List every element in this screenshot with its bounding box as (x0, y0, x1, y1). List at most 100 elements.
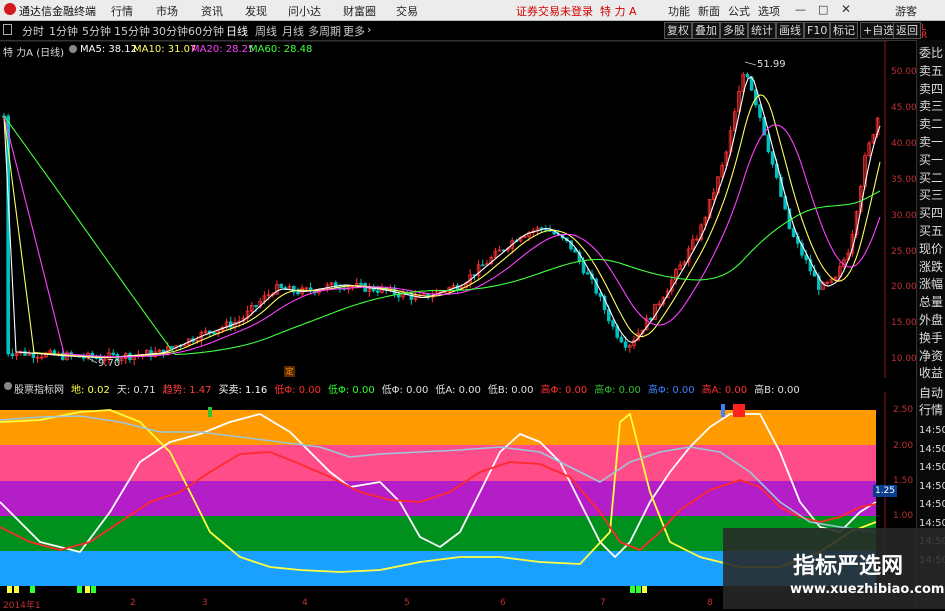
sidebar-item[interactable]: 卖二 (919, 117, 943, 131)
menu-news[interactable]: 资讯 (201, 3, 223, 19)
btn-back[interactable]: 返回 (893, 22, 921, 39)
candle-body (480, 264, 485, 267)
ma20-line (3, 115, 881, 358)
sidebar-item[interactable]: 买一 (919, 153, 943, 167)
menu-market[interactable]: 市场 (156, 3, 178, 19)
sidebar-item[interactable]: 买四 (919, 206, 943, 220)
menu-formula[interactable]: 公式 (728, 3, 750, 19)
mark-tag[interactable]: 定 (284, 366, 295, 377)
btn-stats[interactable]: 统计 (748, 22, 776, 39)
sidebar-time-item[interactable]: 14:50 (919, 499, 945, 510)
btn-multi-stock[interactable]: 多股 (720, 22, 748, 39)
sidebar-item[interactable]: 外盘 (919, 313, 943, 327)
minimize-icon[interactable]: — (795, 3, 806, 16)
guest-label[interactable]: 游客 (895, 3, 917, 19)
sidebar-item[interactable]: 总量 (919, 295, 943, 309)
ind-y-tick: 1.00 (893, 511, 914, 521)
sidebar-time-item[interactable]: 14:50 (919, 444, 945, 455)
period-timeshare[interactable]: 分时 (22, 23, 44, 39)
period-more[interactable]: 更多 (343, 23, 365, 39)
menu-new-page[interactable]: 新面 (698, 3, 720, 19)
bottom-signal-marker (7, 586, 12, 593)
menu-ask[interactable]: 问小达 (288, 3, 321, 19)
sidebar-item[interactable]: 换手 (919, 331, 943, 345)
menu-quotes[interactable]: 行情 (111, 3, 133, 19)
sidebar-mode-item[interactable]: 自动 (919, 386, 943, 400)
candle-body (279, 283, 283, 289)
sidebar-mode-item[interactable]: 行情 (919, 403, 943, 417)
x-tick: 8 (707, 598, 713, 608)
sidebar-item[interactable]: 净资 (919, 349, 943, 363)
bottom-signal-marker (636, 586, 641, 593)
period-1min[interactable]: 1分钟 (49, 23, 78, 39)
app-logo-icon (4, 3, 16, 15)
sidebar-time-item[interactable]: 14:50 (919, 481, 945, 492)
ind-y-tick: 2.50 (893, 405, 914, 415)
y-tick: 30.00 (891, 211, 917, 221)
period-multi[interactable]: 多周期 (308, 23, 341, 39)
y-tick: 45.00 (891, 103, 917, 113)
app-name: 通达信金融终端 (19, 5, 96, 18)
period-30min[interactable]: 30分钟 (152, 23, 188, 39)
menu-discover[interactable]: 发现 (245, 3, 267, 19)
sidebar-item[interactable]: 收益 (919, 366, 943, 380)
x-tick: 5 (404, 598, 410, 608)
watermark-title: 指标严选网 (793, 554, 904, 579)
sidebar-item[interactable]: 卖一 (919, 135, 943, 149)
candle-body (623, 341, 628, 348)
sidebar-item[interactable]: 涨幅 (919, 277, 943, 291)
candle-body (619, 336, 624, 343)
y-tick: 10.00 (891, 354, 917, 364)
close-icon[interactable]: ✕ (841, 2, 851, 16)
candle-body (111, 352, 116, 356)
ind-y-tick: 2.00 (893, 441, 914, 451)
menu-function[interactable]: 功能 (668, 3, 690, 19)
x-tick: 4 (302, 598, 308, 608)
period-monthly[interactable]: 月线 (282, 23, 304, 39)
bottom-signal-marker (630, 586, 635, 593)
sidebar-item[interactable]: 现价 (919, 242, 943, 256)
high-marker-line (744, 61, 757, 66)
period-5min[interactable]: 5分钟 (82, 23, 111, 39)
sidebar-time-item[interactable]: 14:50 (919, 518, 945, 529)
btn-mark[interactable]: 标记 (830, 22, 858, 39)
bottom-signal-marker (642, 586, 647, 593)
btn-draw[interactable]: 画线 (776, 22, 804, 39)
btn-adjust[interactable]: 复权 (664, 22, 692, 39)
sidebar-item[interactable]: 买三 (919, 188, 943, 202)
period-60min[interactable]: 60分钟 (188, 23, 224, 39)
sidebar-item[interactable]: 卖三 (919, 99, 943, 113)
indicator-settings-icon[interactable] (4, 382, 12, 390)
candle-body (611, 320, 615, 327)
chevron-right-icon[interactable]: › (367, 23, 371, 36)
candlestick-chart[interactable] (0, 40, 888, 378)
sidebar-item[interactable]: 买二 (919, 171, 943, 185)
btn-add-watchlist[interactable]: +自选 (860, 22, 898, 39)
sidebar-item[interactable]: 涨跌 (919, 260, 943, 274)
restore-icon[interactable]: □ (818, 3, 828, 16)
ma5-line (3, 76, 881, 359)
period-daily[interactable]: 日线 (226, 23, 248, 39)
sidebar-time-item[interactable]: 14:50 (919, 462, 945, 473)
sidebar-item[interactable]: 委比 (919, 46, 943, 60)
period-15min[interactable]: 15分钟 (114, 23, 150, 39)
sidebar-item[interactable]: 卖四 (919, 82, 943, 96)
btn-overlay[interactable]: 叠加 (692, 22, 720, 39)
candle-body (359, 283, 363, 285)
candle-body (333, 282, 338, 289)
sidebar-item[interactable]: 卖五 (919, 64, 943, 78)
btn-f10[interactable]: F10 (804, 22, 831, 39)
y-tick: 50.00 (891, 67, 917, 77)
y-tick: 20.00 (891, 282, 917, 292)
bottom-signal-marker (91, 586, 96, 593)
y-tick: 35.00 (891, 175, 917, 185)
sidebar-toggle-icon[interactable]: LR (921, 24, 927, 41)
y-tick: 25.00 (891, 247, 917, 257)
sidebar-item[interactable]: 买五 (919, 224, 943, 238)
menu-wealth[interactable]: 财富圈 (343, 3, 376, 19)
sidebar-time-item[interactable]: 14:50 (919, 425, 945, 436)
period-weekly[interactable]: 周线 (255, 23, 277, 39)
menu-options[interactable]: 选项 (758, 3, 780, 19)
menu-trade[interactable]: 交易 (396, 3, 418, 19)
panel-toggle-icon[interactable] (3, 24, 12, 35)
